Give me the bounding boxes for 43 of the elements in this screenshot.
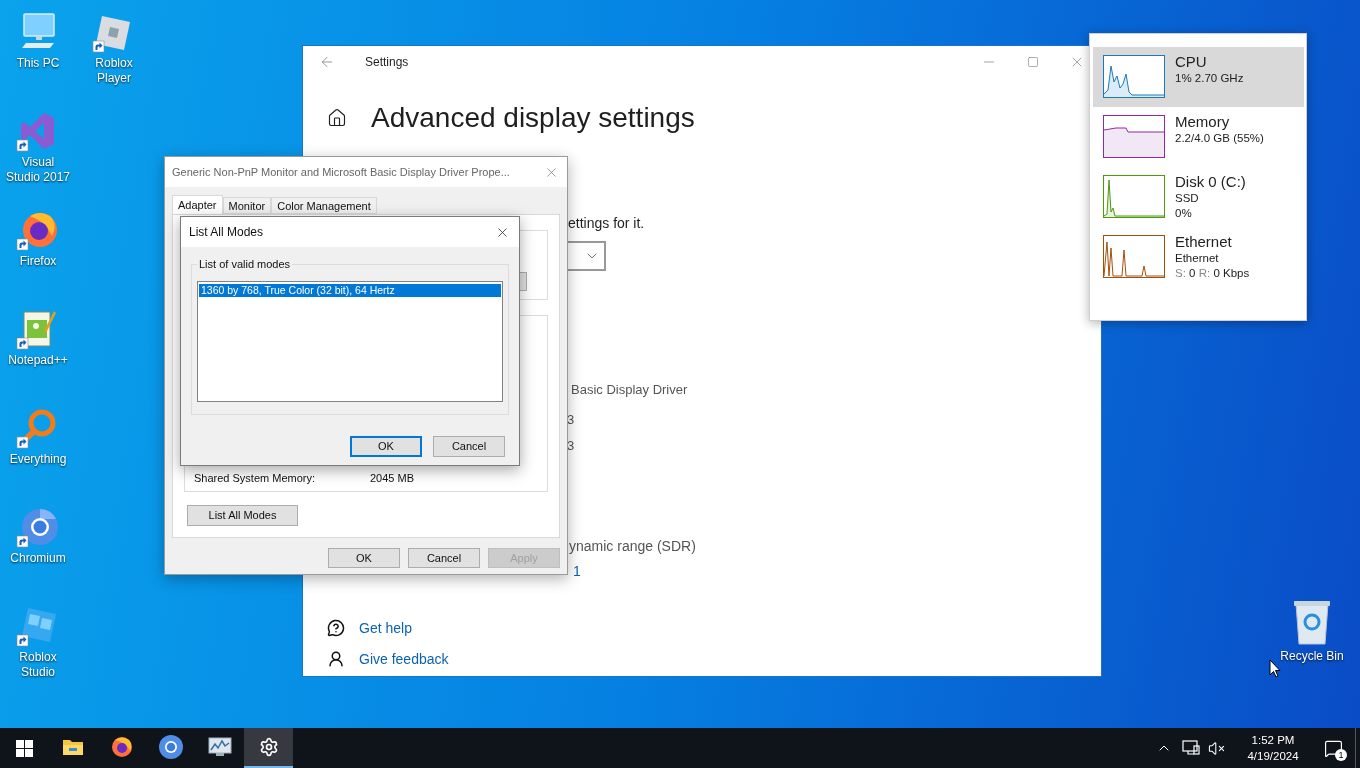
recycle-bin-icon: [1292, 598, 1332, 646]
network-icon[interactable]: [1182, 740, 1200, 756]
field-label: Shared System Memory:: [194, 470, 317, 486]
partial-text: 3: [567, 412, 575, 427]
field-value: 2045 MB: [370, 470, 415, 486]
notification-icon[interactable]: [1323, 738, 1343, 758]
dialog-button[interactable]: Cancel: [408, 548, 480, 568]
folder-icon: [61, 737, 84, 757]
dialog-title: List All Modes: [189, 224, 264, 241]
dialog-button[interactable]: OK: [328, 548, 400, 568]
dialog-tab[interactable]: Monitor: [222, 197, 272, 214]
monitor-graph-icon: [207, 736, 232, 758]
list-modes-button[interactable]: List All Modes: [187, 505, 298, 526]
windows-logo-icon: [15, 739, 33, 757]
desktop-shortcut[interactable]: Recycle Bin: [1272, 598, 1352, 664]
partial-text: ynamic range (SDR): [569, 538, 696, 554]
dialog-tab[interactable]: Adapter: [172, 195, 223, 214]
dialog-tab[interactable]: Color Management: [271, 197, 377, 214]
group-label: List of valid modes: [197, 257, 293, 271]
partial-text: Basic Display Driver: [571, 382, 688, 397]
window-title: Settings: [365, 54, 409, 71]
partial-text: ettings for it.: [568, 215, 645, 231]
gear-icon: [258, 737, 279, 757]
fire-globe-icon: [109, 735, 134, 759]
mouse-pointer-icon: [1269, 659, 1281, 678]
dialog-button[interactable]: OK: [350, 436, 422, 457]
notification-badge: 1: [1335, 749, 1347, 761]
help-icon: [327, 619, 345, 637]
dialog-button[interactable]: Cancel: [433, 436, 505, 457]
ring-ball-icon: [157, 734, 184, 760]
page-heading: Advanced display settings: [371, 101, 695, 135]
dialog-title: Generic Non-PnP Monitor and Microsoft Basic Display Driver Prope...: [172, 164, 510, 180]
performance-item[interactable]: CPU 1% 2.70 GHz: [1093, 47, 1304, 107]
help-link[interactable]: Get help: [359, 617, 412, 639]
clock[interactable]: 1:52 PM 4/19/2024: [1235, 728, 1311, 768]
partial-link[interactable]: 1: [573, 563, 581, 579]
home-icon[interactable]: [327, 108, 347, 128]
help-link[interactable]: Give feedback: [359, 648, 449, 670]
volume-muted-icon[interactable]: [1208, 739, 1225, 757]
taskbar-app[interactable]: [244, 728, 293, 768]
list-item[interactable]: 1360 by 768, True Color (32 bit), 64 Hertz: [199, 284, 501, 297]
person-icon: [327, 650, 345, 668]
partial-text: 3: [567, 438, 575, 453]
